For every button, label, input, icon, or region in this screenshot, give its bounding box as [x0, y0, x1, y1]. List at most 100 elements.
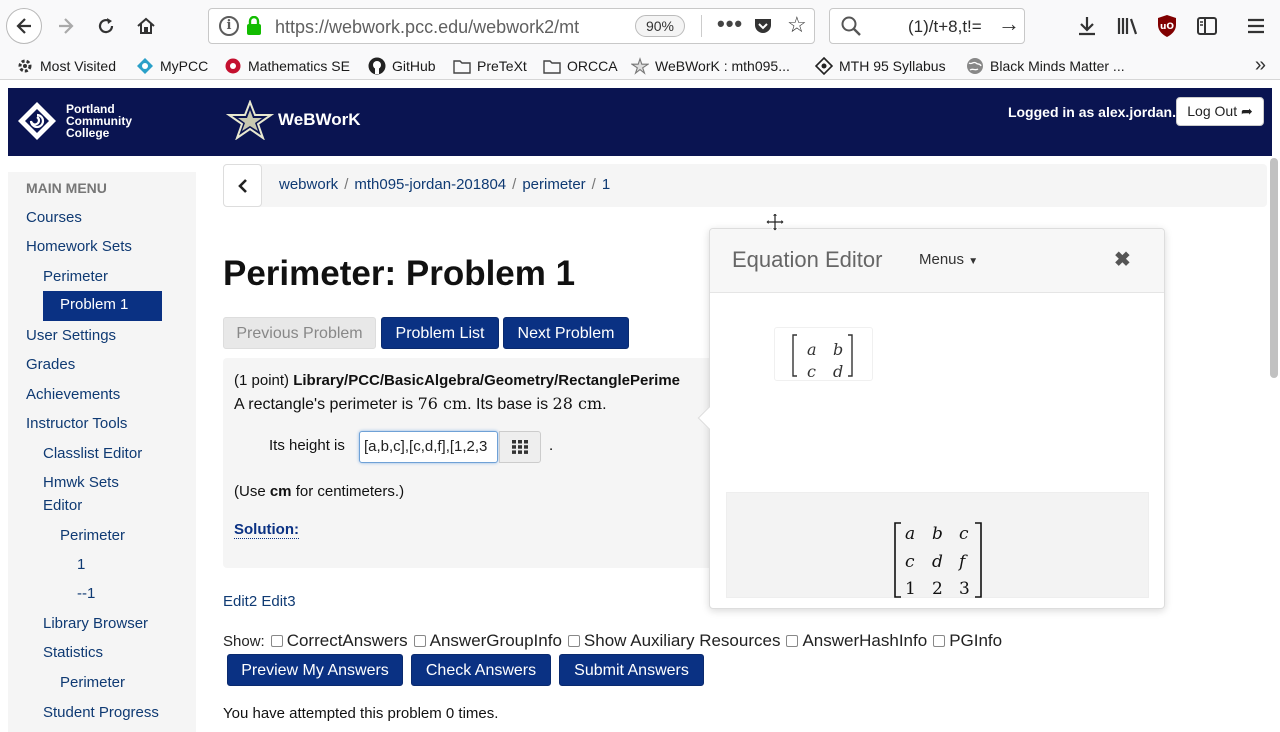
- webwork-star-icon: [631, 57, 649, 75]
- bookmark-black-minds-matter[interactable]: Black Minds Matter ...: [966, 55, 1125, 77]
- search-bar[interactable]: (1)/t+8,t!= →: [829, 8, 1025, 44]
- sidebar-item-classlist-editor[interactable]: Classlist Editor: [43, 445, 142, 462]
- matrix-cell: 3: [959, 579, 970, 599]
- svg-text:uO: uO: [1160, 22, 1174, 32]
- breadcrumb-set[interactable]: perimeter: [522, 176, 585, 193]
- home-button[interactable]: [128, 8, 164, 44]
- sidebar-item-hmwk-sets-editor[interactable]: Hmwk Sets: [43, 474, 119, 491]
- check-answers-button[interactable]: Check Answers: [411, 654, 551, 686]
- breadcrumb-webwork[interactable]: webwork: [279, 176, 338, 193]
- sidebar-item-problem-1[interactable]: Problem 1: [43, 291, 162, 321]
- sidebar-item-achievements[interactable]: Achievements: [26, 386, 120, 403]
- show-label: Show:: [223, 632, 265, 650]
- bookmarks-overflow-icon[interactable]: »: [1255, 54, 1266, 77]
- preview-matrix: a b c c d f 1 2 3: [894, 522, 982, 599]
- gear-icon: [16, 57, 34, 75]
- close-icon[interactable]: ✖: [1114, 247, 1131, 272]
- sidebar-item-editor-problem-1[interactable]: 1: [77, 556, 85, 573]
- forward-button[interactable]: [48, 8, 84, 44]
- answer-hash-info-checkbox[interactable]: [786, 635, 799, 647]
- lock-icon[interactable]: [246, 16, 262, 36]
- breadcrumb-course[interactable]: mth095-jordan-201804: [354, 176, 506, 193]
- edit-links[interactable]: Edit2 Edit3: [223, 593, 296, 610]
- library-icon[interactable]: [1115, 12, 1141, 40]
- downloads-icon[interactable]: [1074, 12, 1100, 40]
- answer-period: .: [549, 437, 554, 454]
- bookmark-mth95-syllabus[interactable]: MTH 95 Syllabus: [815, 55, 946, 77]
- equation-editor-button[interactable]: [499, 431, 541, 463]
- page-actions-icon[interactable]: •••: [717, 11, 743, 37]
- reload-button[interactable]: [88, 8, 124, 44]
- bookmark-label: PreTeXt: [477, 58, 527, 74]
- folder-icon: [543, 57, 561, 75]
- sidebar-item-statistics[interactable]: Statistics: [43, 644, 103, 661]
- globe-icon: [966, 57, 984, 75]
- solution-toggle[interactable]: Solution:: [234, 521, 299, 539]
- sidebar-item-editor-perimeter[interactable]: Perimeter: [60, 527, 125, 544]
- pg-info-checkbox[interactable]: [933, 635, 946, 647]
- sidebar-item-student-progress[interactable]: Student Progress: [43, 704, 159, 721]
- sidebar-item-homework-sets[interactable]: Homework Sets: [26, 238, 132, 255]
- zoom-level[interactable]: 90%: [635, 15, 685, 37]
- page-scrollbar[interactable]: [1270, 158, 1278, 378]
- breadcrumb: webwork / mth095-jordan-201804/perimeter/1: [223, 164, 1267, 207]
- problem-list-button[interactable]: Problem List: [381, 317, 499, 349]
- problem-points: (1 point): [234, 372, 290, 389]
- bookmark-webwork[interactable]: WeBWorK : mth095...: [631, 55, 790, 77]
- address-bar[interactable]: i https://webwork.pcc.edu/webwork2/mt 90…: [208, 8, 815, 44]
- sidebar-item-courses[interactable]: Courses: [26, 209, 82, 226]
- sidebar-item-library-browser[interactable]: Library Browser: [43, 615, 148, 632]
- browser-toolbar: i https://webwork.pcc.edu/webwork2/mt 90…: [0, 0, 1280, 52]
- sidebar-item-user-settings[interactable]: User Settings: [26, 327, 116, 344]
- sidebar-item-instructor-tools[interactable]: Instructor Tools: [26, 415, 127, 432]
- next-problem-button[interactable]: Next Problem: [503, 317, 629, 349]
- search-icon: [841, 16, 861, 36]
- ublock-icon[interactable]: uO: [1154, 12, 1180, 40]
- preview-answers-button[interactable]: Preview My Answers: [227, 654, 403, 686]
- answer-input[interactable]: [a,b,c],[c,d,f],[1,2,3: [359, 431, 498, 463]
- matrix-cell: d: [932, 552, 943, 572]
- sidebar-item-statistics-perimeter[interactable]: Perimeter: [60, 674, 125, 691]
- pocket-icon[interactable]: [753, 16, 773, 36]
- submit-answers-button[interactable]: Submit Answers: [559, 654, 704, 686]
- folder-icon: [453, 57, 471, 75]
- sidebar-item-grades[interactable]: Grades: [26, 356, 75, 373]
- sidebar-item-perimeter[interactable]: Perimeter: [43, 268, 108, 285]
- correct-answers-checkbox[interactable]: [270, 635, 283, 647]
- sidebar-toggle-icon[interactable]: [1194, 12, 1220, 40]
- search-input[interactable]: (1)/t+8,t!=: [908, 17, 982, 37]
- home-icon: [137, 17, 155, 34]
- units-hint: (Use cm for centimeters.): [234, 483, 405, 500]
- bookmark-mypcc[interactable]: MyPCC: [136, 55, 208, 77]
- answer-label: Its height is: [269, 437, 345, 454]
- sidebar-item-editor-problem-neg-1[interactable]: --1: [77, 585, 95, 602]
- bookmark-most-visited[interactable]: Most Visited: [16, 55, 116, 77]
- answer-group-info-checkbox[interactable]: [413, 635, 426, 647]
- bookmark-orcca[interactable]: ORCCA: [543, 55, 618, 77]
- bookmark-math-se[interactable]: Mathematics SE: [224, 55, 350, 77]
- menus-dropdown[interactable]: Menus ▼: [919, 251, 978, 268]
- bookmark-star-icon[interactable]: ☆: [787, 12, 807, 38]
- previous-problem-button[interactable]: Previous Problem: [223, 317, 376, 349]
- webwork-header: Portland Community College WeBWorK Logge…: [8, 88, 1272, 156]
- hamburger-menu-icon[interactable]: [1243, 12, 1269, 40]
- arrow-right-icon: [59, 18, 74, 34]
- equation-editor-header[interactable]: Equation Editor Menus ▼ ✖: [710, 229, 1164, 293]
- auxiliary-resources-checkbox[interactable]: [567, 635, 580, 647]
- bookmark-pretext[interactable]: PreTeXt: [453, 55, 527, 77]
- webwork-title: WeBWorK: [278, 110, 361, 129]
- search-go-icon[interactable]: →: [998, 11, 1020, 37]
- sidebar-item-hmwk-sets-editor-2[interactable]: Editor: [43, 497, 82, 514]
- show-options: Show: CorrectAnswers AnswerGroupInfo Sho…: [223, 631, 1002, 651]
- equation-input[interactable]: a b c d: [774, 327, 873, 381]
- back-button[interactable]: [6, 8, 42, 44]
- pcc-logo[interactable]: Portland Community College: [16, 100, 132, 142]
- url-text[interactable]: https://webwork.pcc.edu/webwork2/mt: [275, 17, 605, 38]
- breadcrumb-problem[interactable]: 1: [602, 176, 610, 193]
- bookmark-label: Mathematics SE: [248, 58, 350, 74]
- bookmark-github[interactable]: GitHub: [368, 55, 436, 77]
- logout-button[interactable]: Log Out ➦: [1176, 97, 1264, 126]
- webwork-logo[interactable]: WeBWorK: [226, 100, 361, 140]
- info-icon[interactable]: i: [219, 16, 239, 36]
- breadcrumb-back-button[interactable]: [223, 164, 262, 207]
